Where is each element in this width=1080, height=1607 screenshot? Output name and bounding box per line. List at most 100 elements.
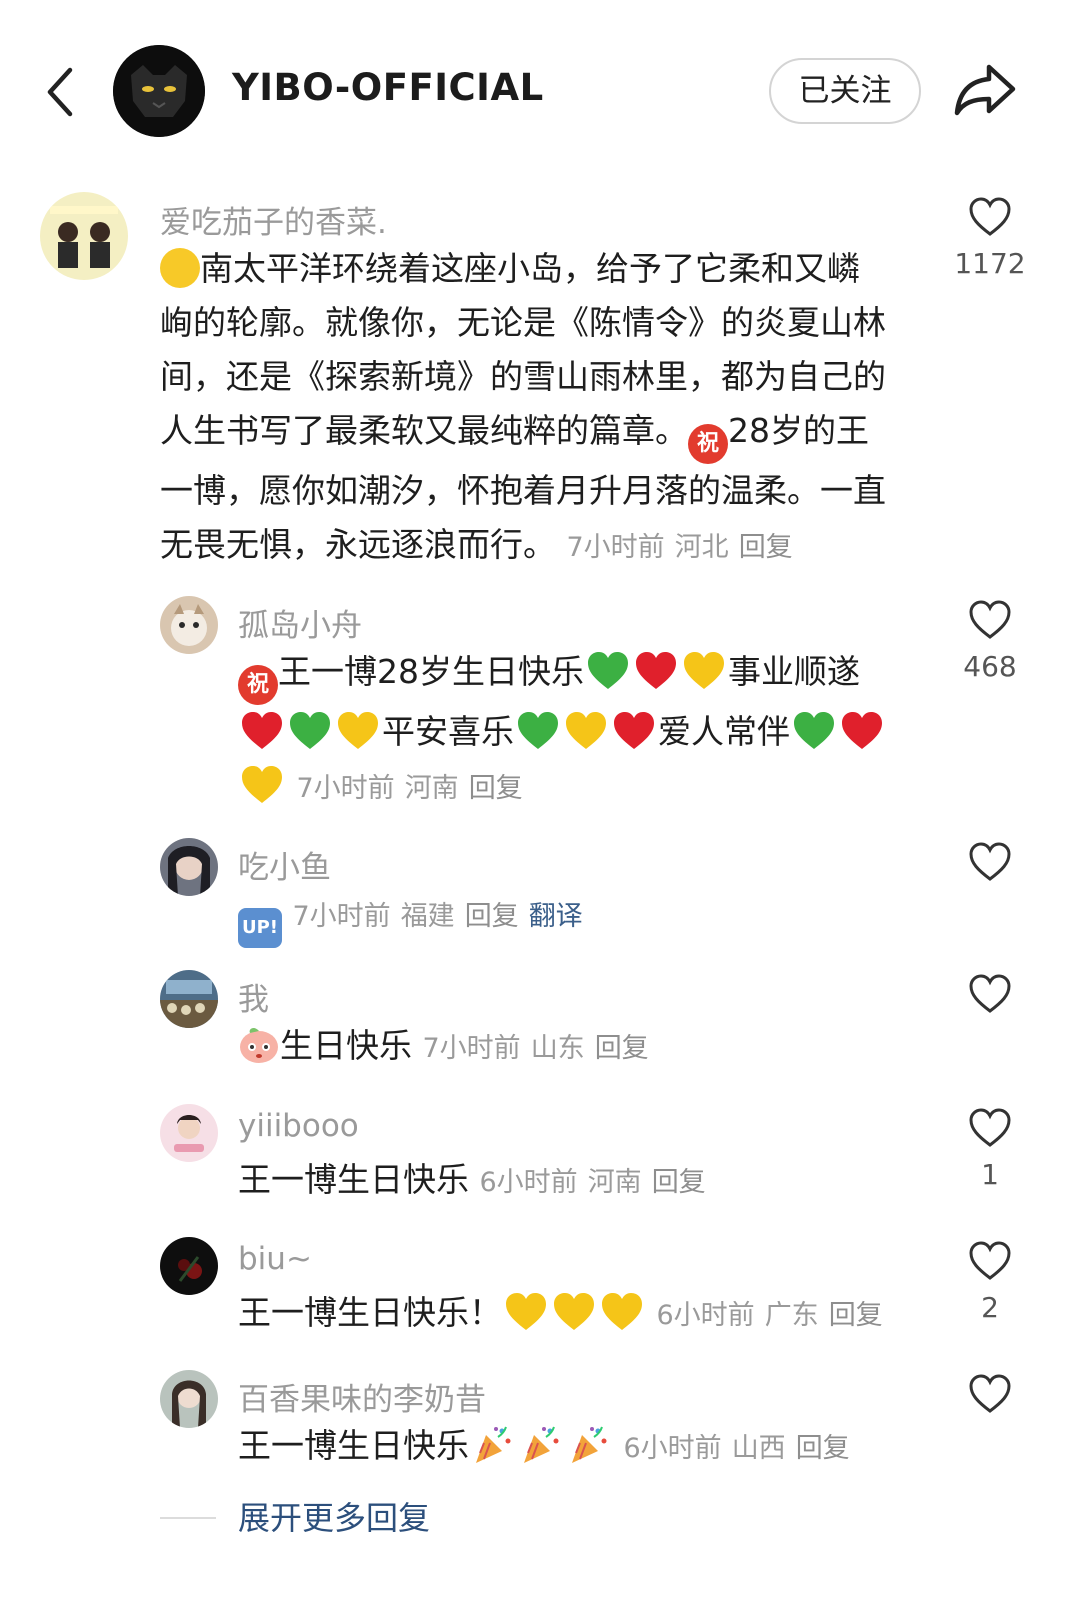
user-avatar-image — [160, 1104, 218, 1162]
yellow-heart-icon — [336, 710, 380, 752]
like-control — [950, 842, 1030, 886]
avatar[interactable] — [160, 1237, 218, 1295]
yellow-heart-icon — [504, 1291, 548, 1333]
peach-face-emoji-icon — [238, 1025, 280, 1065]
comment-line: 事业顺遂 — [728, 652, 860, 691]
heart-outline-icon[interactable] — [968, 1241, 1012, 1281]
red-heart-icon — [612, 710, 656, 752]
comment-username[interactable]: yiiibooo — [238, 1108, 359, 1144]
avatar[interactable] — [160, 970, 218, 1028]
comment-line: 28岁的王 — [728, 411, 869, 450]
comment-meta: 7小时前 山东 回复 — [423, 1033, 659, 1064]
user-avatar-image — [160, 1370, 218, 1428]
heart-outline-icon[interactable] — [968, 1108, 1012, 1148]
heart-outline-icon[interactable] — [968, 1374, 1012, 1414]
reply-button[interactable]: 回复 — [829, 1300, 883, 1331]
comment-username[interactable]: 我 — [238, 974, 269, 1019]
like-count: 2 — [981, 1291, 999, 1324]
comment-line: 峋的轮廓。就像你，无论是《陈情令》的炎夏山林 — [160, 303, 886, 342]
zhu-blessing-emoji-icon: 祝 — [688, 424, 728, 464]
comment-line: 无畏无惧，永远逐浪而行。 — [160, 525, 556, 564]
green-heart-icon — [288, 710, 332, 752]
comment-username[interactable]: 百香果味的李奶昔 — [238, 1374, 486, 1419]
comment-location: 广东 — [764, 1300, 819, 1331]
avatar[interactable] — [160, 838, 218, 896]
green-heart-icon — [792, 710, 836, 752]
reply-button[interactable]: 回复 — [465, 901, 519, 932]
comment-username[interactable]: biu~ — [238, 1241, 312, 1277]
avatar[interactable] — [40, 192, 128, 280]
comment-meta: 7小时前 河北 回复 — [567, 532, 803, 563]
comment-username[interactable]: 吃小鱼 — [238, 842, 331, 887]
comment-location: 河北 — [674, 532, 729, 563]
comment-line: 生日快乐 — [280, 1026, 412, 1065]
yellow-heart-icon — [564, 710, 608, 752]
reply-button[interactable]: 回复 — [796, 1433, 850, 1464]
comment-username[interactable]: 孤岛小舟 — [238, 600, 362, 645]
heart-outline-icon[interactable] — [968, 600, 1012, 640]
comment-text: 南太平洋环绕着这座小岛，给予了它柔和又嶙 峋的轮廓。就像你，无论是《陈情令》的炎… — [160, 242, 920, 575]
yellow-heart-icon — [240, 764, 284, 806]
comment-meta: 7小时前 福建 回复 翻译 — [293, 901, 593, 932]
account-name[interactable]: YIBO-OFFICIAL — [232, 66, 544, 109]
share-button[interactable] — [951, 59, 1021, 121]
following-button[interactable]: 已关注 — [769, 58, 921, 124]
comment-text: 王一博生日快乐 6小时前 河南 回复 — [238, 1153, 918, 1210]
comment-line: 王一博生日快乐 — [238, 1426, 469, 1465]
heart-outline-icon[interactable] — [968, 842, 1012, 882]
user-avatar-image — [160, 838, 218, 896]
comment-location: 福建 — [400, 901, 455, 932]
avatar[interactable] — [160, 1370, 218, 1428]
panther-logo — [113, 45, 205, 137]
comment-time: 6小时前 — [479, 1167, 578, 1198]
comment-location: 山西 — [731, 1433, 786, 1464]
red-heart-icon — [240, 710, 284, 752]
translate-button[interactable]: 翻译 — [529, 901, 583, 932]
like-count: 1 — [981, 1158, 999, 1191]
like-control — [950, 1374, 1030, 1418]
like-control: 2 — [950, 1241, 1030, 1324]
back-button[interactable] — [38, 62, 88, 122]
green-heart-icon — [516, 710, 560, 752]
red-heart-icon — [634, 650, 678, 692]
like-count: 1172 — [954, 247, 1026, 280]
avatar[interactable] — [160, 1104, 218, 1162]
comment-username[interactable]: 爱吃茄子的香菜. — [160, 197, 387, 242]
comment-time: 7小时前 — [292, 901, 391, 932]
heart-outline-icon[interactable] — [968, 197, 1012, 237]
comment-line: 间，还是《探索新境》的雪山雨林里，都为自己的 — [160, 357, 886, 396]
expand-more-replies-button[interactable]: 展开更多回复 — [238, 1493, 430, 1539]
yellow-heart-icon — [600, 1291, 644, 1333]
comment-location: 山东 — [530, 1033, 585, 1064]
comment-line: 王一博28岁生日快乐 — [278, 652, 584, 691]
comment-line: 平安喜乐 — [382, 712, 514, 751]
avatar[interactable] — [160, 596, 218, 654]
like-control — [950, 974, 1030, 1018]
yellow-heart-icon — [552, 1291, 596, 1333]
comment-meta: 6小时前 山西 回复 — [624, 1433, 860, 1464]
cat-avatar-image — [160, 596, 218, 654]
comment-text: 祝王一博28岁生日快乐 事业顺遂 平安喜乐 爱人常伴 7小时前 河南 回复 — [238, 645, 918, 816]
comment-line: 人生书写了最柔软又最纯粹的篇章。 — [160, 411, 688, 450]
reply-button[interactable]: 回复 — [469, 773, 523, 804]
comment-location: 河南 — [587, 1167, 642, 1198]
comment-time: 7小时前 — [566, 532, 665, 563]
user-avatar-image — [160, 1237, 218, 1295]
comment-meta: 7小时前 河南 回复 — [297, 773, 533, 804]
account-avatar[interactable] — [113, 45, 205, 137]
reply-button[interactable]: 回复 — [595, 1033, 649, 1064]
comment-time: 7小时前 — [296, 773, 395, 804]
like-control: 1 — [950, 1108, 1030, 1191]
like-count: 468 — [963, 650, 1017, 683]
comment-text: 王一博生日快乐！ 6小时前 广东 回复 — [238, 1286, 928, 1343]
comment-line: 王一博生日快乐 — [238, 1160, 469, 1199]
reply-button[interactable]: 回复 — [652, 1167, 706, 1198]
like-control: 1172 — [950, 197, 1030, 280]
heart-outline-icon[interactable] — [968, 974, 1012, 1014]
comment-time: 6小时前 — [656, 1300, 755, 1331]
comment-meta: 6小时前 河南 回复 — [480, 1167, 716, 1198]
comment-text: 王一博生日快乐 6小时前 山西 回复 — [238, 1419, 918, 1476]
zhu-blessing-emoji-icon: 祝 — [238, 665, 278, 705]
reply-button[interactable]: 回复 — [739, 532, 793, 563]
share-arrow-icon — [954, 64, 1016, 116]
